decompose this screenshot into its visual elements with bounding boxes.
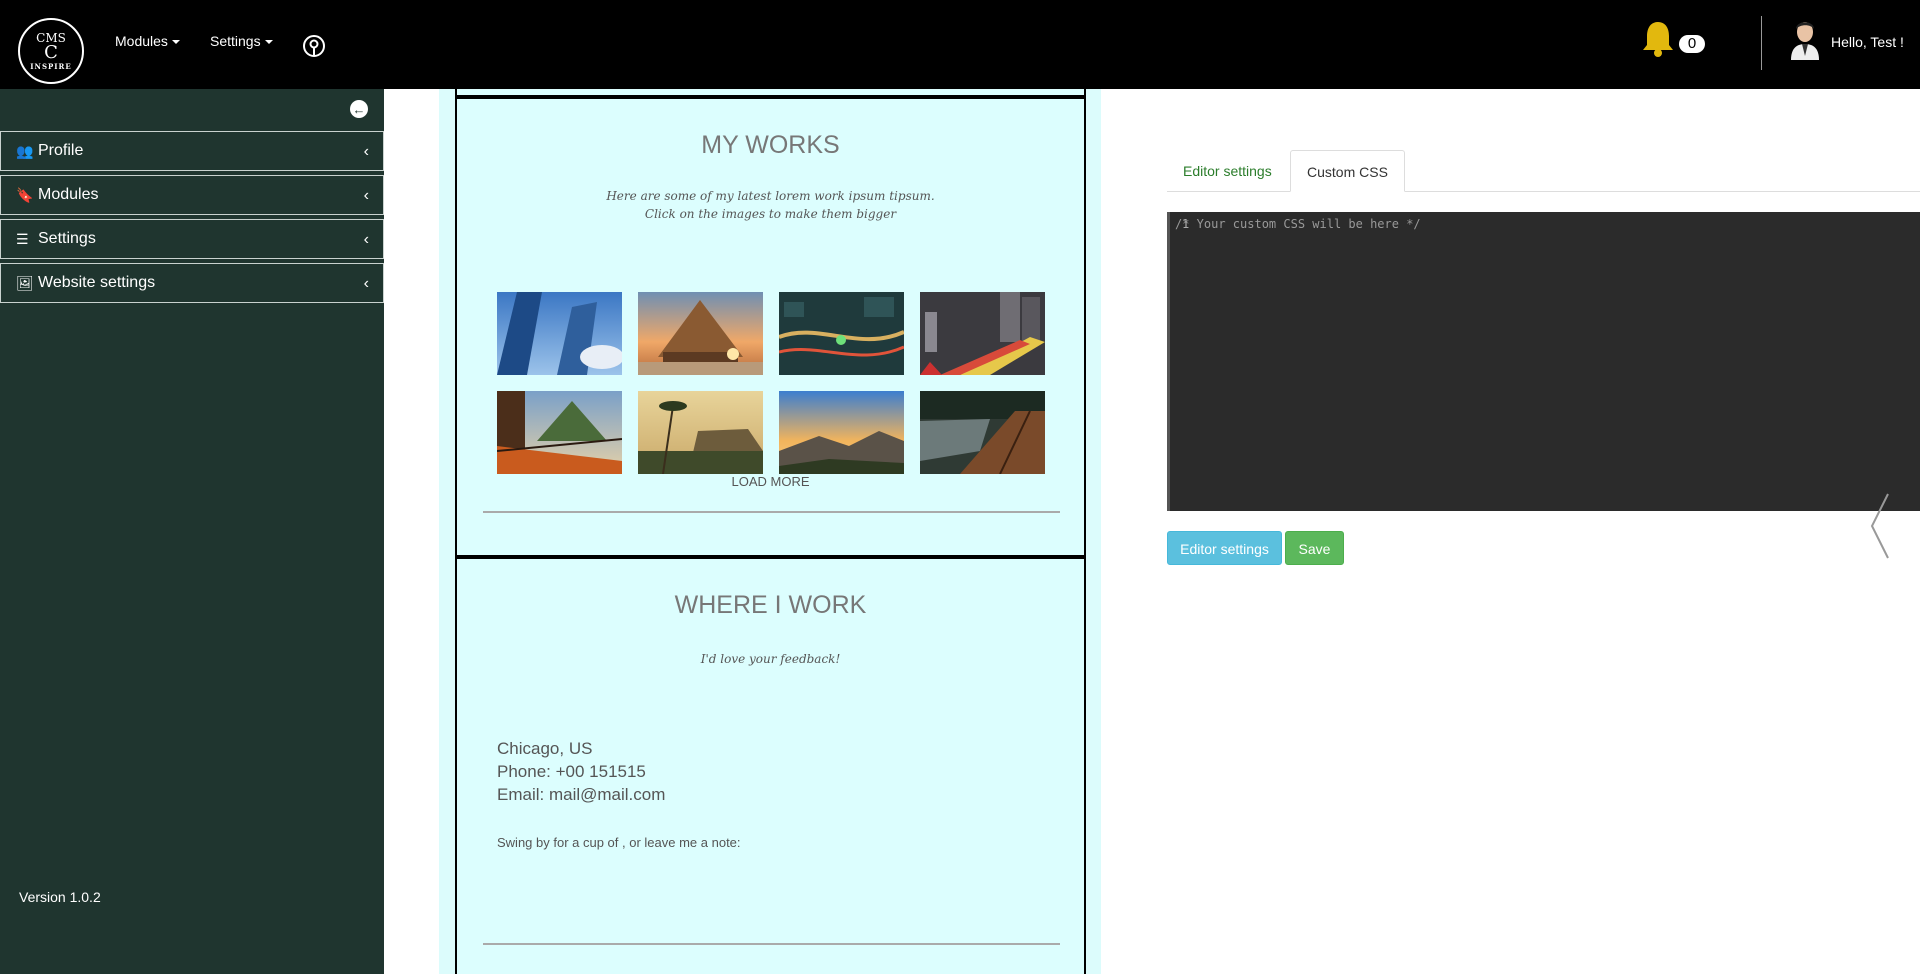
- code-placeholder: /* Your custom CSS will be here */: [1175, 217, 1421, 231]
- section-subtitle-line1: Here are some of my latest lorem work ip…: [606, 189, 935, 203]
- collapse-sidebar-icon[interactable]: ←: [350, 100, 368, 118]
- my-works-section: MY WORKS Here are some of my latest lore…: [455, 95, 1086, 558]
- contact-phone: Phone: +00 151515: [497, 762, 646, 781]
- mountain-sunrise-photo[interactable]: [779, 391, 904, 474]
- sidebar-item-settings[interactable]: ☰ Settings ‹: [0, 219, 384, 259]
- power-icon[interactable]: [301, 32, 327, 58]
- sidebar-item-website-settings[interactable]: 🖼 Website settings ‹: [0, 263, 384, 303]
- line-number: 1: [1182, 217, 1190, 231]
- version-label: Version 1.0.2: [19, 889, 101, 905]
- skyscrapers-photo[interactable]: [497, 292, 622, 375]
- user-greeting[interactable]: Hello, Test !: [1831, 34, 1904, 50]
- top-navbar: CMS C INSPIRE Modules Settings 0 Hello, …: [0, 0, 1920, 89]
- modules-dropdown-label: Modules: [115, 33, 168, 49]
- sidebar-item-label: Profile: [38, 142, 84, 159]
- section-title: MY WORKS: [701, 131, 840, 159]
- contact-email: Email: mail@mail.com: [497, 785, 666, 804]
- sidebar-item-modules[interactable]: 🔖 Modules ‹: [0, 175, 384, 215]
- bell-icon[interactable]: [1640, 20, 1676, 58]
- settings-dropdown[interactable]: Settings: [210, 33, 273, 49]
- bookmark-icon: 🔖: [16, 186, 34, 203]
- notification-count-badge[interactable]: 0: [1679, 35, 1705, 53]
- sidebar-item-label: Settings: [38, 230, 96, 247]
- sidebar-item-label: Modules: [38, 186, 99, 203]
- modules-dropdown[interactable]: Modules: [115, 33, 180, 49]
- caret-down-icon: [264, 40, 273, 45]
- load-more-link[interactable]: LOAD MORE: [457, 474, 1084, 489]
- sidebar-item-label: Website settings: [38, 274, 156, 291]
- section-title: WHERE I WORK: [674, 591, 867, 619]
- contact-note: Swing by for a cup of , or leave me a no…: [497, 835, 741, 850]
- chevron-left-icon: ‹: [363, 231, 369, 248]
- city-highway-night-photo[interactable]: [779, 292, 904, 375]
- cms-inspire-logo[interactable]: CMS C INSPIRE: [18, 18, 84, 84]
- wooden-walkway-photo[interactable]: [920, 391, 1045, 474]
- tab-custom-css[interactable]: Custom CSS: [1290, 150, 1405, 192]
- section-divider: [483, 943, 1060, 945]
- terrace-mountain-photo[interactable]: [497, 391, 622, 474]
- city-light-trails-photo[interactable]: [920, 292, 1045, 375]
- where-i-work-section: WHERE I WORK I'd love your feedback! Chi…: [455, 555, 1086, 974]
- settings-dropdown-label: Settings: [210, 33, 261, 49]
- save-button[interactable]: Save: [1285, 531, 1344, 565]
- code-editor-content[interactable]: 1 /* Your custom CSS will be here */: [1175, 217, 1421, 231]
- section-divider: [483, 511, 1060, 513]
- chevron-left-icon: ‹: [363, 187, 369, 204]
- navbar-divider: [1761, 16, 1762, 70]
- users-icon: 👥: [16, 142, 34, 159]
- image-icon: 🖼: [16, 274, 34, 291]
- contact-city: Chicago, US: [497, 739, 593, 758]
- sidebar-item-profile[interactable]: 👥 Profile ‹: [0, 131, 384, 171]
- user-avatar[interactable]: [1787, 16, 1823, 60]
- section-subtitle: I'd love your feedback!: [700, 652, 841, 666]
- temple-sunset-photo[interactable]: [638, 292, 763, 375]
- tab-editor-settings[interactable]: Editor settings: [1167, 150, 1288, 192]
- chevron-left-icon[interactable]: [1868, 492, 1892, 560]
- palm-trees-cliff-photo[interactable]: [638, 391, 763, 474]
- chevron-left-icon: ‹: [363, 275, 369, 292]
- logo-wave-mark: C: [44, 41, 58, 63]
- section-subtitle-line2: Click on the images to make them bigger: [644, 207, 897, 221]
- caret-down-icon: [171, 40, 180, 45]
- logo-text-bottom: INSPIRE: [30, 61, 72, 71]
- list-icon: ☰: [16, 230, 29, 247]
- chevron-left-icon: ‹: [363, 143, 369, 160]
- sidebar: ← 👥 Profile ‹ 🔖 Modules ‹ ☰ Settings ‹ 🖼…: [0, 89, 384, 974]
- editor-settings-button[interactable]: Editor settings: [1167, 531, 1282, 565]
- custom-css-editor[interactable]: 1 /* Your custom CSS will be here */: [1167, 212, 1920, 511]
